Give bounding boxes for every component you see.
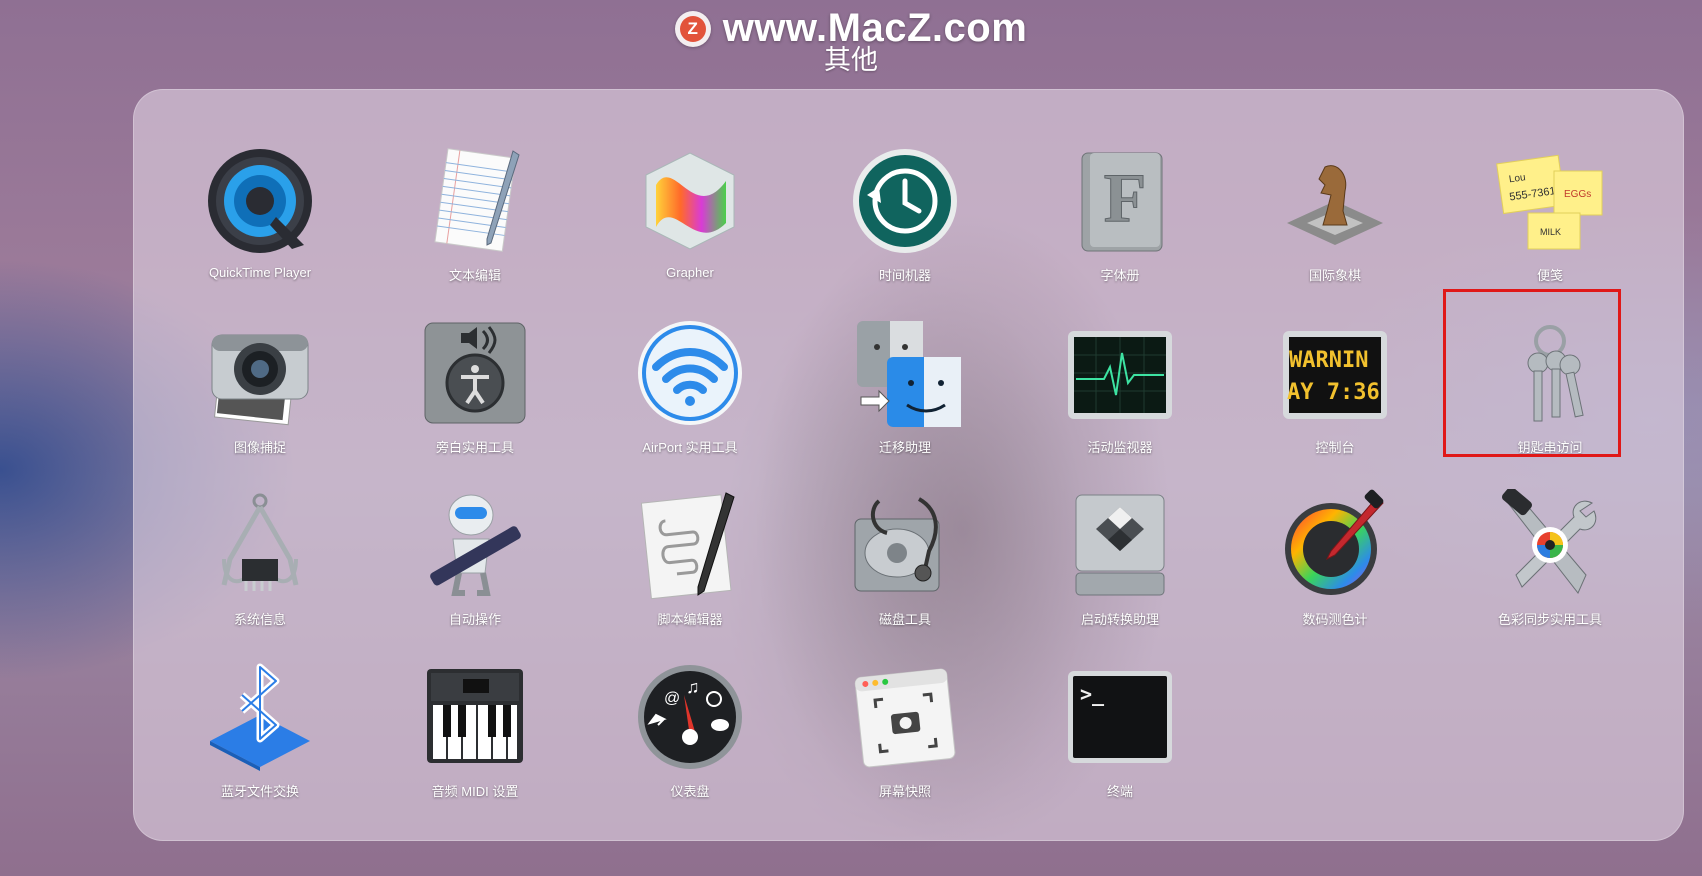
app-screenshot[interactable]: 屏幕快照 xyxy=(805,661,1005,821)
app-digital-color-meter[interactable]: 数码测色计 xyxy=(1235,489,1435,649)
app-label: 色彩同步实用工具 xyxy=(1497,612,1602,627)
app-label: AirPort 实用工具 xyxy=(642,440,738,455)
terminal-prompt-text: >_ xyxy=(1080,682,1105,706)
app-label: 数码测色计 xyxy=(1302,612,1368,627)
app-label: 旁白实用工具 xyxy=(435,440,514,455)
app-chess[interactable]: 国际象棋 xyxy=(1235,145,1435,305)
app-migration-assistant[interactable]: 迁移助理 xyxy=(805,317,1005,477)
app-label: 蓝牙文件交换 xyxy=(220,784,299,799)
automator-icon xyxy=(419,489,531,601)
app-textedit[interactable]: 文本编辑 xyxy=(375,145,575,305)
app-label: 国际象棋 xyxy=(1308,268,1361,283)
app-quicktime-player[interactable]: QuickTime Player xyxy=(160,145,360,305)
stickies-icon: Lou 555-7361 EGGs MILK xyxy=(1494,145,1606,257)
bluetooth-file-exchange-icon xyxy=(204,661,316,773)
svg-text:F: F xyxy=(1104,160,1147,237)
app-label: 迁移助理 xyxy=(878,440,931,455)
svg-text:♫: ♫ xyxy=(686,677,700,697)
app-dashboard[interactable]: @ ♫ 仪表盘 xyxy=(590,661,790,821)
app-boot-camp-assistant[interactable]: 启动转换助理 xyxy=(1020,489,1220,649)
app-label: 时间机器 xyxy=(878,268,931,283)
console-screen-text: AY 7:36 xyxy=(1287,380,1380,405)
app-automator[interactable]: 自动操作 xyxy=(375,489,575,649)
app-script-editor[interactable]: 脚本编辑器 xyxy=(590,489,790,649)
app-label: 文本编辑 xyxy=(448,268,501,283)
app-label: 自动操作 xyxy=(448,612,501,627)
app-image-capture[interactable]: 图像捕捉 xyxy=(160,317,360,477)
app-font-book[interactable]: F 字体册 xyxy=(1020,145,1220,305)
chess-icon xyxy=(1279,145,1391,257)
app-time-machine[interactable]: 时间机器 xyxy=(805,145,1005,305)
disk-utility-icon xyxy=(849,489,961,601)
app-label: 终端 xyxy=(1106,784,1133,799)
app-label: 字体册 xyxy=(1100,268,1140,283)
app-label: 活动监视器 xyxy=(1087,440,1153,455)
console-icon: WARNIN AY 7:36 xyxy=(1279,317,1391,429)
grapher-icon xyxy=(634,145,746,257)
highlight-box xyxy=(1443,289,1621,457)
app-stickies[interactable]: Lou 555-7361 EGGs MILK 便笺 xyxy=(1450,145,1650,305)
app-label: 磁盘工具 xyxy=(878,612,931,627)
sticky-note-text: Lou xyxy=(1508,172,1526,185)
textedit-icon xyxy=(419,145,531,257)
image-capture-icon xyxy=(204,317,316,429)
activity-monitor-icon xyxy=(1064,317,1176,429)
app-colorsync-utility[interactable]: 色彩同步实用工具 xyxy=(1450,489,1650,649)
app-airport-utility[interactable]: AirPort 实用工具 xyxy=(590,317,790,477)
launchpad-folder-panel: QuickTime Player 文本编辑 Grapher 时间机器 F 字体册… xyxy=(133,89,1684,849)
airport-utility-icon xyxy=(634,317,746,429)
time-machine-icon xyxy=(849,145,961,257)
app-terminal[interactable]: >_ 终端 xyxy=(1020,661,1220,821)
boot-camp-icon xyxy=(1064,489,1176,601)
app-label: 屏幕快照 xyxy=(878,784,931,799)
colorsync-utility-icon xyxy=(1494,489,1606,601)
app-label: 图像捕捉 xyxy=(233,440,286,455)
script-editor-icon xyxy=(634,489,746,601)
app-label: 控制台 xyxy=(1315,440,1355,455)
app-voiceover-utility[interactable]: 旁白实用工具 xyxy=(375,317,575,477)
system-information-icon xyxy=(204,489,316,601)
terminal-icon: >_ xyxy=(1064,661,1176,773)
console-screen-text: WARNIN xyxy=(1289,348,1368,373)
sticky-note-text: MILK xyxy=(1540,227,1561,237)
screenshot-icon xyxy=(849,661,961,773)
migration-assistant-icon xyxy=(849,317,961,429)
app-disk-utility[interactable]: 磁盘工具 xyxy=(805,489,1005,649)
app-label: Grapher xyxy=(666,265,714,280)
svg-text:@: @ xyxy=(664,690,680,707)
app-label: 便笺 xyxy=(1536,268,1563,283)
app-system-information[interactable]: 系统信息 xyxy=(160,489,360,649)
quicktime-icon xyxy=(204,145,316,257)
app-label: QuickTime Player xyxy=(208,265,312,280)
app-label: 音频 MIDI 设置 xyxy=(431,784,519,799)
app-label: 仪表盘 xyxy=(670,784,710,799)
dashboard-icon: @ ♫ xyxy=(634,661,746,773)
font-book-icon: F xyxy=(1064,145,1176,257)
sticky-note-text: EGGs xyxy=(1564,189,1591,200)
folder-title: 其他 xyxy=(824,45,878,75)
voiceover-utility-icon xyxy=(419,317,531,429)
app-grapher[interactable]: Grapher xyxy=(590,145,790,305)
app-activity-monitor[interactable]: 活动监视器 xyxy=(1020,317,1220,477)
audio-midi-setup-icon xyxy=(419,661,531,773)
app-label: 启动转换助理 xyxy=(1080,612,1159,627)
app-audio-midi-setup[interactable]: 音频 MIDI 设置 xyxy=(375,661,575,821)
app-console[interactable]: WARNIN AY 7:36 控制台 xyxy=(1235,317,1435,477)
app-label: 系统信息 xyxy=(233,612,286,627)
digital-color-meter-icon xyxy=(1279,489,1391,601)
app-label: 脚本编辑器 xyxy=(657,612,723,627)
app-bluetooth-file-exchange[interactable]: 蓝牙文件交换 xyxy=(160,661,360,821)
